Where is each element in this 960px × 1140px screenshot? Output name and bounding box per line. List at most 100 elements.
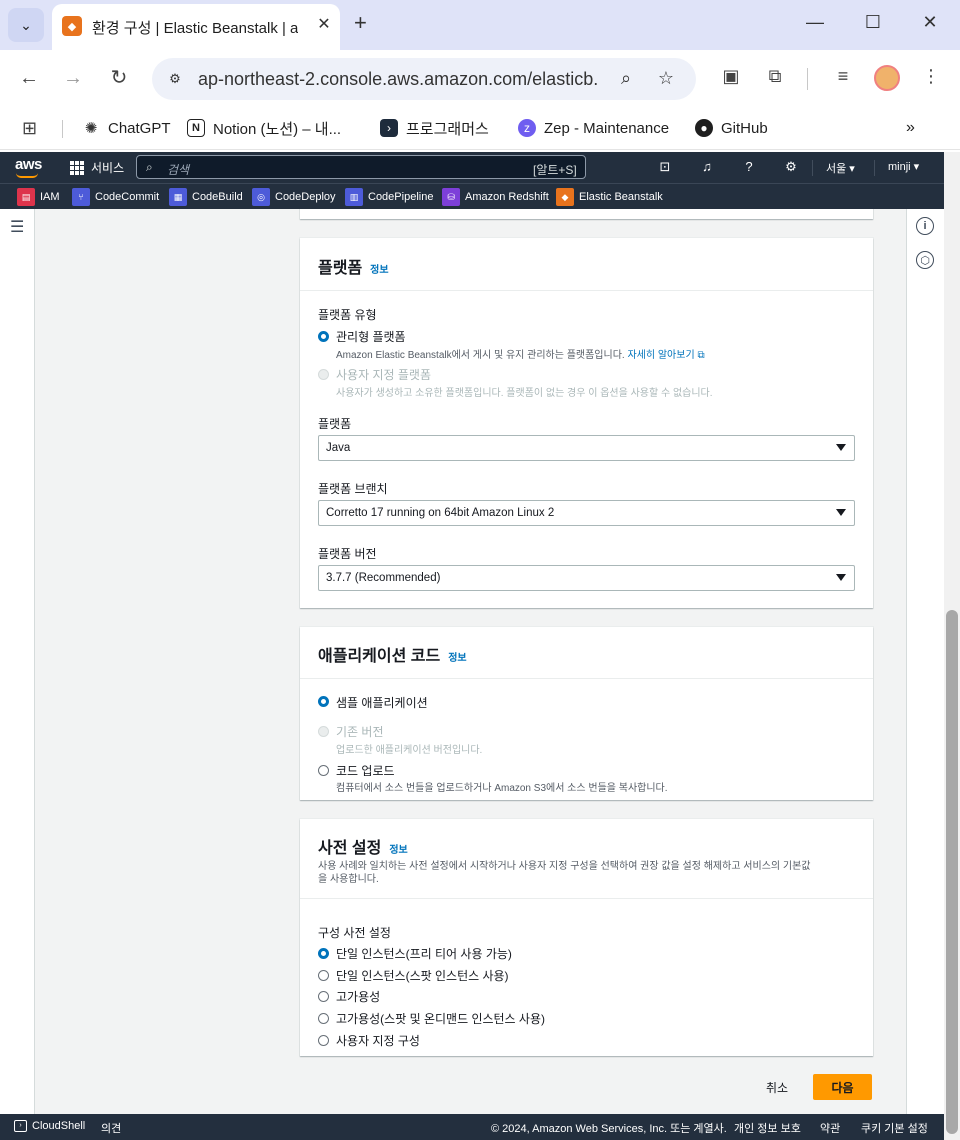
presets-info-link[interactable]: 정보 [389,841,407,856]
favorite-label: Amazon Redshift [465,191,549,203]
minimize-icon[interactable]: — [800,12,830,33]
copyright-text: © 2024, Amazon Web Services, Inc. 또는 계열사… [491,1123,727,1135]
tab-close-icon[interactable]: ✕ [314,14,334,34]
services-label: 서비스 [91,161,125,175]
chatgpt-icon: ✺ [84,120,98,137]
feedback-link[interactable]: 의견 [101,1120,121,1136]
platform-select-value: Java [326,442,351,454]
learn-more-link[interactable]: 자세히 알아보기 ⧉ [627,350,704,361]
favorite-codebuild[interactable]: ▦ CodeBuild [169,188,243,206]
forward-arrow-icon[interactable]: → [60,66,86,90]
favorite-elastic-beanstalk[interactable]: ◆ Elastic Beanstalk [556,188,663,206]
favorite-label: CodeCommit [95,191,160,203]
aws-logo[interactable]: aws [15,156,42,173]
help-icon[interactable]: ? [740,159,758,174]
bookmark-label: 프로그래머스 [406,120,489,138]
platform-version-value: 3.7.7 (Recommended) [326,572,441,584]
platform-type-label: 플랫폼 유형 [318,308,377,322]
media-queue-icon[interactable]: ≡ [830,66,856,87]
presets-card: 사전 설정 정보 사용 사례와 일치하는 사전 설정에서 시작하거나 사용자 지… [300,819,873,1056]
bookmark-notion[interactable]: N Notion (노션) – 내... [187,117,341,139]
window-close-icon[interactable]: ✕ [915,12,945,33]
right-tools-rail: i ⬡ [906,209,944,1114]
site-settings-icon[interactable]: ⚙ [164,68,186,90]
privacy-link[interactable]: 개인 정보 보호 [734,1120,801,1136]
info-panel-icon[interactable]: i [916,217,934,235]
cloudshell-icon[interactable]: ⊡ [656,159,674,175]
scrollbar-thumb[interactable] [946,610,958,1134]
favorite-codepipeline[interactable]: ▥ CodePipeline [345,188,433,206]
favorite-iam[interactable]: ▤ IAM [17,188,60,206]
favorite-codedeploy[interactable]: ◎ CodeDeploy [252,188,336,206]
aws-console-footer: › CloudShell 의견 © 2024, Amazon Web Servi… [0,1114,944,1140]
upload-code-radio[interactable] [318,765,329,776]
managed-platform-radio[interactable] [318,331,329,342]
terms-link[interactable]: 약관 [820,1120,840,1136]
upload-code-desc: 컴퓨터에서 소스 번들을 업로드하거나 Amazon S3에서 소스 번들을 복… [336,783,668,794]
bookmark-programmers[interactable]: › 프로그래머스 [380,117,489,139]
elastic-beanstalk-icon: ◆ [556,188,574,206]
application-code-info-link[interactable]: 정보 [448,649,466,664]
tab-groups-icon[interactable]: ▣ [718,66,744,87]
tab-search-chevron-icon[interactable]: ⌄ [8,8,44,42]
bookmark-zep[interactable]: z Zep - Maintenance [518,117,669,139]
preset-radio-custom[interactable] [318,1035,329,1046]
bookmark-star-icon[interactable]: ☆ [654,68,678,89]
preset-radio-single-spot[interactable] [318,970,329,981]
notifications-bell-icon[interactable]: ♫ [698,159,716,174]
back-arrow-icon[interactable]: ← [16,66,42,90]
bookmark-github[interactable]: ● GitHub [695,117,768,139]
preset-radio-ha-spot-ondemand[interactable] [318,1013,329,1024]
account-menu[interactable]: minji ▾ [888,160,919,173]
sample-application-radio[interactable] [318,696,329,707]
region-selector[interactable]: 서울 ▾ [826,160,855,176]
cookie-preferences-link[interactable]: 쿠키 기본 설정 [861,1120,928,1136]
preset-option-label: 고가용성(스팟 및 온디맨드 인스턴스 사용) [336,1012,546,1026]
existing-version-radio[interactable] [318,726,329,737]
redshift-icon: ⛁ [442,188,460,206]
platform-branch-value: Corretto 17 running on 64bit Amazon Linu… [326,507,555,519]
hexagon-tools-icon[interactable]: ⬡ [916,251,934,269]
chrome-menu-icon[interactable]: ⋮ [918,66,944,87]
maximize-icon[interactable]: ☐ [858,12,888,33]
extensions-puzzle-icon[interactable]: ⧉ [762,66,788,87]
zoom-search-icon[interactable]: ⌕ [614,68,638,89]
cloudshell-button[interactable]: › CloudShell [14,1120,85,1132]
new-tab-plus-icon[interactable]: + [354,12,367,34]
next-button[interactable]: 다음 [813,1074,872,1100]
more-bookmarks-chevron-icon[interactable]: » [906,117,915,139]
managed-platform-label: 관리형 플랫폼 [336,330,406,344]
favorite-codecommit[interactable]: ⑂ CodeCommit [72,188,159,206]
preset-radio-single-free[interactable] [318,948,329,959]
reload-icon[interactable]: ↻ [106,66,132,90]
preset-option-label: 고가용성 [336,990,381,1004]
services-menu-button[interactable]: 서비스 [70,159,124,176]
url-text: ap-northeast-2.console.aws.amazon.com/el… [198,69,598,89]
external-link-icon: ⧉ [697,350,705,361]
services-grid-icon [70,160,84,175]
preset-radio-high-availability[interactable] [318,991,329,1002]
apps-grid-icon[interactable]: ⊞ [22,117,37,139]
platform-version-select[interactable]: 3.7.7 (Recommended) [318,565,855,591]
caret-down-icon [836,509,846,516]
toolbar-divider [807,68,808,90]
aws-search-input[interactable]: ⌕ 검색 [알트+S] [136,155,586,179]
tab-title: 환경 구성 | Elastic Beanstalk | a [92,20,298,37]
custom-platform-radio[interactable] [318,369,329,380]
favorite-redshift[interactable]: ⛁ Amazon Redshift [442,188,549,206]
menu-hamburger-icon[interactable]: ☰ [10,217,24,237]
bookmarks-divider [62,120,63,138]
address-bar[interactable]: ⚙ ap-northeast-2.console.aws.amazon.com/… [152,58,696,100]
settings-gear-icon[interactable]: ⚙ [782,159,800,175]
bookmark-label: ChatGPT [108,119,171,137]
platform-select[interactable]: Java [318,435,855,461]
platform-branch-select[interactable]: Corretto 17 running on 64bit Amazon Linu… [318,500,855,526]
favorite-label: CodeBuild [192,191,243,203]
platform-info-link[interactable]: 정보 [370,261,388,276]
bookmark-chatgpt[interactable]: ✺ ChatGPT [82,117,171,139]
browser-tab-active[interactable]: ◆ 환경 구성 | Elastic Beanstalk | a ✕ [52,4,340,50]
profile-avatar[interactable] [874,65,900,91]
cancel-button[interactable]: 취소 [766,1079,788,1096]
page-scrollbar[interactable] [944,152,960,1140]
presets-title: 사전 설정 [318,840,382,857]
